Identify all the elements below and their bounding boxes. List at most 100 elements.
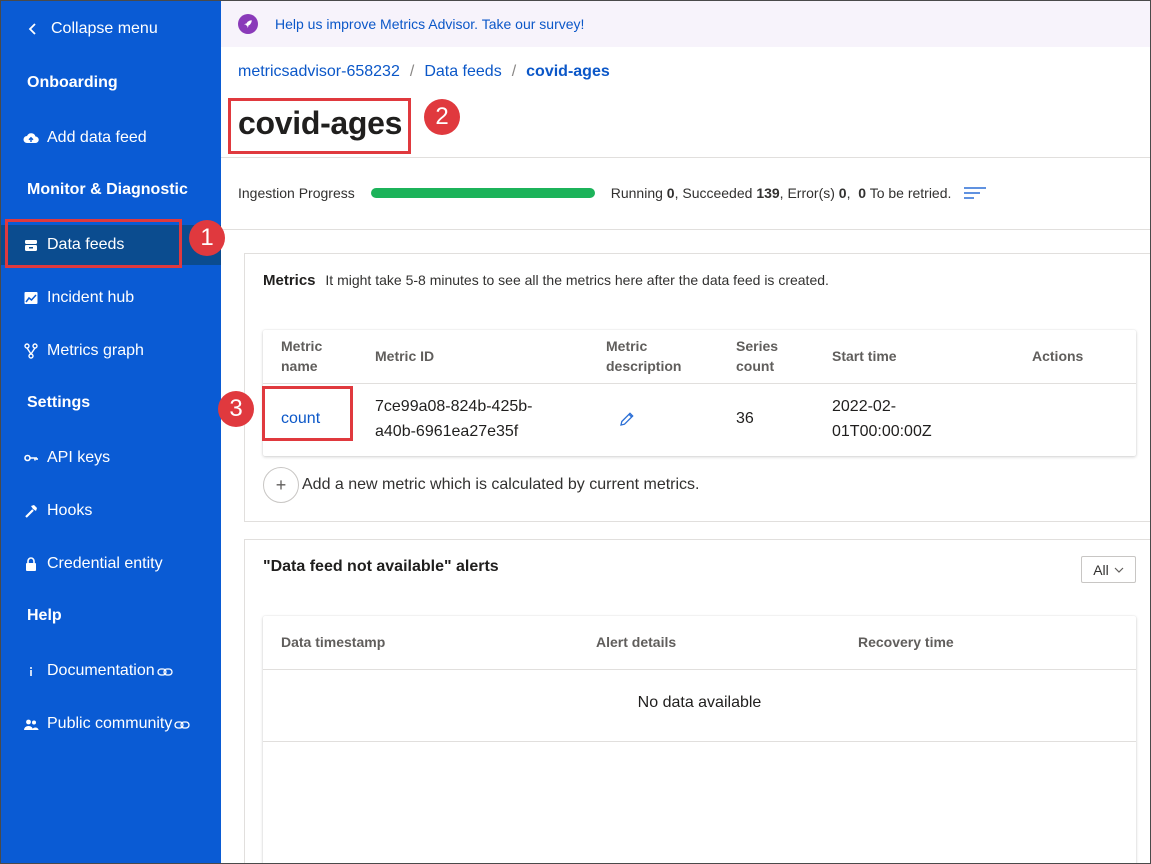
survey-banner: Help us improve Metrics Advisor. Take ou…	[221, 1, 1150, 47]
hammer-icon	[23, 503, 39, 519]
alerts-heading: "Data feed not available" alerts	[263, 558, 499, 575]
annotation-badge-3: 3	[218, 391, 254, 427]
breadcrumb-current: covid-ages	[526, 63, 610, 80]
sidebar-item-public-community[interactable]: Public community	[1, 704, 221, 744]
col-recovery-time[interactable]: Recovery time	[858, 632, 954, 652]
list-details-icon[interactable]	[963, 186, 987, 200]
edit-description-icon[interactable]	[618, 410, 636, 428]
sidebar-item-label: Public community	[47, 715, 173, 732]
start-time-line: 2022-02-	[832, 398, 897, 415]
sidebar-item-incident-hub[interactable]: Incident hub	[1, 278, 221, 318]
ingestion-status: Running 0, Succeeded 139, Error(s) 0, 0 …	[610, 185, 952, 201]
col-metric-description[interactable]: Metric description	[606, 336, 681, 376]
metric-id-line: a40b-6961ea27e35f	[375, 423, 519, 440]
collapse-menu-label: Collapse menu	[51, 20, 158, 37]
sidebar-item-api-keys[interactable]: API keys	[1, 438, 221, 478]
running-count: 0	[666, 185, 675, 201]
plus-icon[interactable]: +	[263, 467, 299, 503]
col-label: count	[736, 358, 775, 374]
divider	[221, 157, 1150, 158]
section-settings: Settings	[27, 394, 91, 411]
breadcrumb: metricsadvisor-658232 / Data feeds / cov…	[238, 63, 610, 81]
chevron-down-icon	[1114, 567, 1124, 573]
col-label: Series	[736, 338, 779, 354]
col-data-timestamp[interactable]: Data timestamp	[281, 632, 385, 652]
col-label: Metric	[281, 338, 323, 354]
breadcrumb-separator: /	[409, 63, 415, 80]
people-icon	[23, 716, 39, 732]
table-divider	[263, 741, 1136, 742]
sidebar-item-label: Credential entity	[47, 555, 163, 572]
col-alert-details[interactable]: Alert details	[596, 632, 676, 652]
alerts-filter-value: All	[1093, 561, 1109, 578]
section-help: Help	[27, 607, 62, 624]
metric-id-line: 7ce99a08-824b-425b-	[375, 398, 533, 415]
empty-state: No data available	[637, 694, 762, 711]
annotation-box-title	[228, 98, 411, 154]
sidebar-item-hooks[interactable]: Hooks	[1, 491, 221, 531]
app-frame: Collapse menu Onboarding Add data feed M…	[0, 0, 1151, 864]
breadcrumb-root[interactable]: metricsadvisor-658232	[238, 63, 400, 81]
external-link-icon	[174, 718, 191, 730]
running-label: Running	[610, 185, 663, 201]
metrics-table: Metric name Metric ID Metric description…	[263, 330, 1136, 456]
add-metric-label[interactable]: Add a new metric which is calculated by …	[302, 476, 699, 494]
metrics-note: It might take 5-8 minutes to see all the…	[325, 272, 829, 288]
survey-link[interactable]: Help us improve Metrics Advisor. Take ou…	[275, 16, 584, 32]
col-series-count[interactable]: Series count	[736, 336, 778, 376]
ingestion-progress: Ingestion Progress Running 0, Succeeded …	[238, 185, 987, 201]
col-label: name	[281, 358, 318, 374]
col-metric-name[interactable]: Metric name	[281, 336, 322, 376]
sidebar-item-credential-entity[interactable]: Credential entity	[1, 544, 221, 584]
succeeded-label: Succeeded	[682, 185, 753, 201]
col-metric-id[interactable]: Metric ID	[375, 346, 434, 366]
add-metric-row[interactable]: + Add a new metric which is calculated b…	[263, 467, 699, 503]
alerts-table: Data timestamp Alert details Recovery ti…	[263, 616, 1136, 863]
annotation-badge-2: 2	[424, 99, 460, 135]
sidebar-item-documentation[interactable]: Documentation	[1, 651, 221, 691]
errors-count: 0	[838, 185, 847, 201]
sidebar-item-label: Add data feed	[47, 129, 147, 146]
table-divider	[263, 383, 1136, 384]
succeeded-count: 139	[756, 185, 780, 201]
metric-id: 7ce99a08-824b-425b- a40b-6961ea27e35f	[375, 394, 532, 444]
lock-icon	[23, 556, 39, 572]
sidebar-item-label: Documentation	[47, 662, 155, 679]
sidebar-item-label: API keys	[47, 449, 111, 466]
col-start-time[interactable]: Start time	[832, 346, 897, 366]
chevron-left-icon	[25, 21, 41, 37]
retry-label: To be retried.	[869, 185, 952, 201]
key-icon	[23, 450, 39, 466]
sidebar-item-label: Hooks	[47, 502, 93, 519]
errors-label: Error(s)	[787, 185, 835, 201]
sidebar-item-label: Metrics graph	[47, 342, 144, 359]
series-count: 36	[736, 410, 754, 427]
breadcrumb-data-feeds[interactable]: Data feeds	[424, 63, 501, 81]
rocket-icon	[238, 14, 258, 34]
sidebar-item-metrics-graph[interactable]: Metrics graph	[1, 331, 221, 371]
annotation-box-count	[262, 386, 353, 441]
graph-branch-icon	[23, 343, 39, 359]
annotation-badge-1: 1	[189, 220, 225, 256]
divider	[221, 229, 1150, 230]
ingestion-label: Ingestion Progress	[238, 185, 355, 201]
chart-line-icon	[23, 290, 39, 306]
col-label: description	[606, 358, 682, 374]
retry-count: 0	[858, 185, 867, 201]
metrics-header: Metrics It might take 5-8 minutes to see…	[263, 272, 829, 289]
external-link-icon	[156, 665, 173, 677]
sidebar-item-add-data-feed[interactable]: Add data feed	[1, 118, 221, 158]
info-icon	[23, 663, 39, 679]
start-time-line: 01T00:00:00Z	[832, 423, 932, 440]
start-time: 2022-02- 01T00:00:00Z	[832, 394, 932, 444]
table-divider	[263, 669, 1136, 670]
collapse-menu-button[interactable]: Collapse menu	[1, 9, 221, 49]
alerts-filter-dropdown[interactable]: All	[1081, 556, 1136, 583]
sidebar: Collapse menu Onboarding Add data feed M…	[1, 1, 221, 863]
breadcrumb-separator: /	[511, 63, 517, 80]
ingestion-progress-bar	[370, 188, 595, 198]
col-actions: Actions	[1032, 348, 1084, 364]
cloud-upload-icon	[23, 130, 39, 146]
metrics-card: Metrics It might take 5-8 minutes to see…	[244, 253, 1150, 522]
alerts-card: "Data feed not available" alerts All Dat…	[244, 539, 1150, 863]
